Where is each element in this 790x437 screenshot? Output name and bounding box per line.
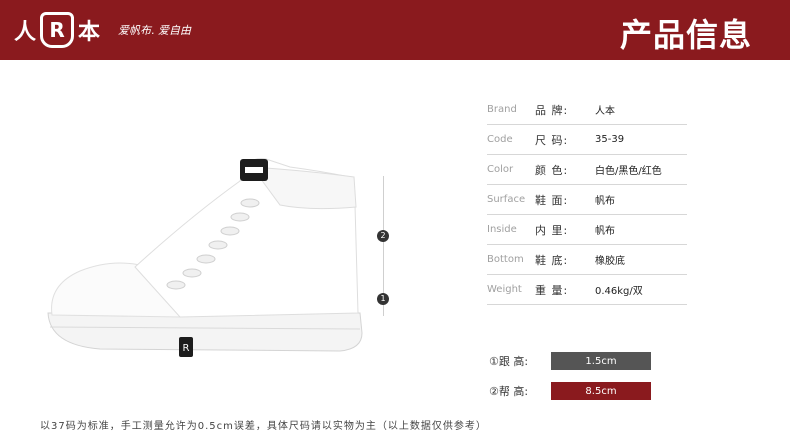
- heel-height-bar: 1.5cm: [551, 352, 651, 370]
- spec-en-label: Bottom: [487, 254, 524, 265]
- upper-height-label: ②帮 高:: [489, 385, 529, 398]
- height-measurements: ①跟 高: 1.5cm ②帮 高: 8.5cm: [489, 346, 651, 406]
- upper-height-bar: 8.5cm: [551, 382, 651, 400]
- brand-logo: 人 R 本: [14, 12, 100, 48]
- logo-char-left: 人: [14, 19, 37, 45]
- logo-char-right: 本: [78, 19, 101, 45]
- logo-mark-icon: R: [40, 12, 75, 48]
- spec-row-inside: Inside 内 里: 帆布: [487, 215, 687, 245]
- page-title: 产品信息: [619, 16, 752, 54]
- spec-zh-label: 品 牌:: [535, 103, 569, 117]
- spec-zh-label: 颜 色:: [535, 163, 569, 177]
- spec-row-surface: Surface 鞋 面: 帆布: [487, 185, 687, 215]
- spec-en-label: Color: [487, 164, 514, 175]
- spec-en-label: Brand: [487, 104, 517, 115]
- spec-row-code: Code 尺 码: 35-39: [487, 125, 687, 155]
- spec-value: 帆布: [595, 226, 615, 237]
- spec-zh-label: 内 里:: [535, 223, 569, 237]
- spec-value: 白色/黑色/红色: [595, 166, 662, 177]
- spec-row-color: Color 颜 色: 白色/黑色/红色: [487, 155, 687, 185]
- measurement-note: 以37码为标准，手工测量允许为0.5cm误差，具体尺码请以实物为主（以上数据仅供…: [40, 421, 487, 432]
- header-banner: 人 R 本 爱帆布. 爱自由 产品信息: [0, 0, 790, 60]
- upper-height-row: ②帮 高: 8.5cm: [489, 376, 651, 406]
- spec-value: 35-39: [595, 134, 625, 145]
- spec-value: 人本: [595, 106, 615, 117]
- spec-value: 橡胶底: [595, 256, 625, 267]
- spec-row-weight: Weight 重 量: 0.46kg/双: [487, 275, 687, 305]
- spec-en-label: Surface: [487, 194, 526, 205]
- marker-2-icon: 2: [377, 230, 389, 242]
- spec-en-label: Code: [487, 134, 513, 145]
- sneaker-illustration: R: [47, 158, 363, 357]
- brand-slogan: 爱帆布. 爱自由: [118, 24, 191, 37]
- heel-height-row: ①跟 高: 1.5cm: [489, 346, 651, 376]
- heel-height-label: ①跟 高:: [489, 355, 529, 368]
- spec-zh-label: 重 量:: [535, 283, 569, 297]
- svg-text:R: R: [183, 343, 190, 354]
- spec-en-label: Inside: [487, 224, 517, 235]
- spec-table: Brand 品 牌: 人本 Code 尺 码: 35-39 Color 颜 色:…: [487, 95, 687, 305]
- spec-zh-label: 鞋 底:: [535, 253, 569, 267]
- spec-value: 帆布: [595, 196, 615, 207]
- spec-row-bottom: Bottom 鞋 底: 橡胶底: [487, 245, 687, 275]
- spec-row-brand: Brand 品 牌: 人本: [487, 95, 687, 125]
- marker-1-icon: 1: [377, 293, 389, 305]
- shoe-image: R: [40, 145, 370, 365]
- spec-zh-label: 尺 码:: [535, 133, 569, 147]
- spec-value: 0.46kg/双: [595, 286, 643, 297]
- spec-en-label: Weight: [487, 284, 522, 295]
- spec-zh-label: 鞋 面:: [535, 193, 569, 207]
